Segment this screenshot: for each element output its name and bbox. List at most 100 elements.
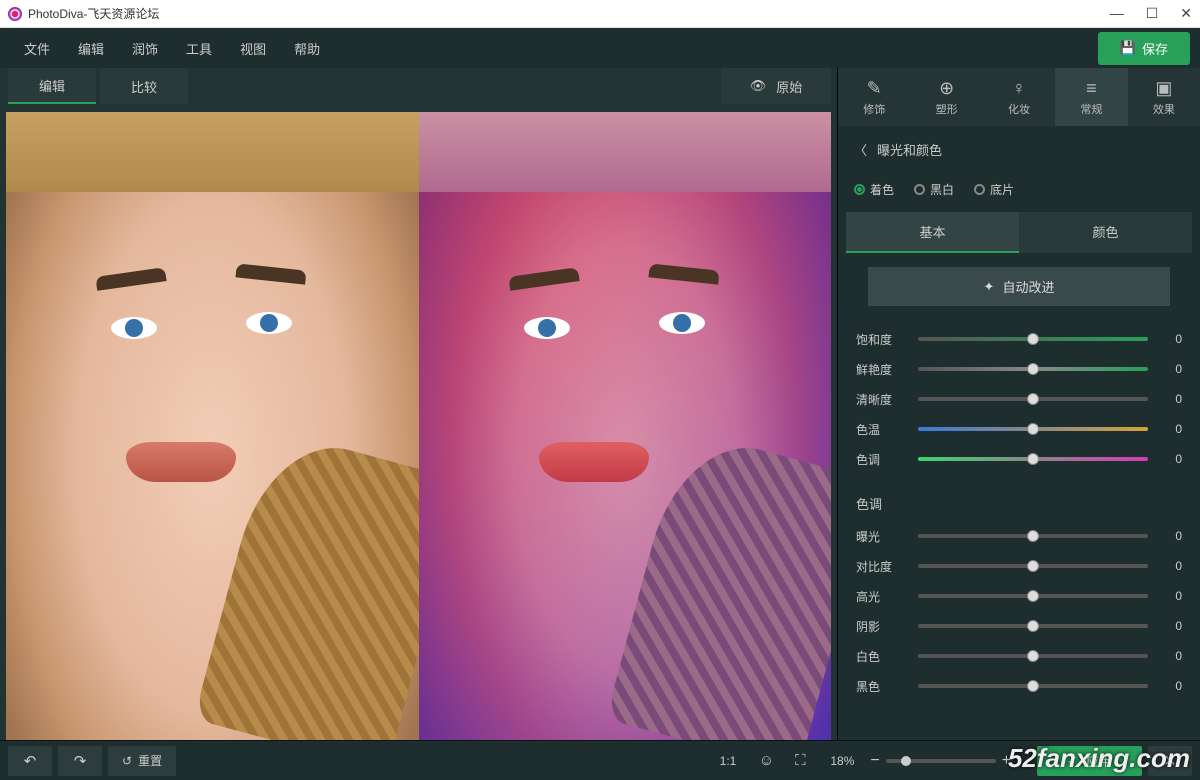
zoom-slider-thumb[interactable] [901, 756, 911, 766]
menu-retouch[interactable]: 润饰 [118, 39, 172, 58]
wand-icon: ✦ [984, 279, 995, 295]
mode-edit-button[interactable]: 编辑 [8, 68, 96, 104]
slider-thumb[interactable] [1027, 530, 1039, 542]
slider-thumb[interactable] [1027, 423, 1039, 435]
save-icon: 💾 [1120, 40, 1136, 56]
undo-button[interactable]: ↶ [8, 746, 52, 776]
slider-value: 0 [1158, 529, 1182, 543]
show-original-button[interactable]: 👁 原始 [721, 68, 831, 104]
slider-thumb[interactable] [1027, 363, 1039, 375]
auto-improve-button[interactable]: ✦ 自动改进 [868, 267, 1170, 306]
slider-value: 0 [1158, 649, 1182, 663]
slider-track[interactable] [918, 654, 1148, 658]
redo-button[interactable]: ↷ [58, 746, 102, 776]
effects-icon: ▣ [1155, 78, 1172, 99]
slider-track[interactable] [918, 594, 1148, 598]
tab-makeup[interactable]: ♀化妆 [983, 68, 1055, 126]
radio-negative[interactable]: 底片 [974, 181, 1014, 198]
slider-label: 黑色 [856, 678, 908, 695]
slider-thumb[interactable] [1027, 680, 1039, 692]
radio-dot-icon [854, 184, 865, 195]
slider-track[interactable] [918, 427, 1148, 431]
close-button[interactable]: ✕ [1180, 5, 1192, 22]
minimize-button[interactable]: — [1110, 5, 1124, 22]
eye-icon: 👁 [750, 78, 767, 94]
image-canvas[interactable] [6, 112, 831, 740]
breadcrumb-back[interactable]: 〈 曝光和颜色 [838, 126, 1200, 173]
slider-thumb[interactable] [1027, 620, 1039, 632]
fullscreen-button[interactable]: ⛶ [786, 746, 814, 776]
tab-effects[interactable]: ▣效果 [1128, 68, 1200, 126]
menu-file[interactable]: 文件 [10, 39, 64, 58]
slider-label: 色调 [856, 451, 908, 468]
radio-dot-icon [974, 184, 985, 195]
radio-bw[interactable]: 黑白 [914, 181, 954, 198]
slider-thumb[interactable] [1027, 453, 1039, 465]
slider-row: 高光0 [856, 581, 1182, 611]
slider-row: 白色 0 [856, 641, 1182, 671]
slider-thumb[interactable] [1027, 590, 1039, 602]
mode-compare-button[interactable]: 比较 [100, 68, 188, 104]
slider-row: 鲜艳度 0 [856, 354, 1182, 384]
tab-general[interactable]: ≡常规 [1055, 68, 1127, 126]
sculpt-icon: ⊕ [939, 78, 954, 99]
slider-track[interactable] [918, 624, 1148, 628]
slider-label: 对比度 [856, 558, 908, 575]
slider-value: 0 [1158, 619, 1182, 633]
subtab-color[interactable]: 颜色 [1019, 212, 1192, 253]
tab-retouch[interactable]: ✎修饰 [838, 68, 910, 126]
close-icon: ✕ [1163, 751, 1176, 771]
slider-thumb[interactable] [1027, 333, 1039, 345]
slider-value: 0 [1158, 679, 1182, 693]
slider-row: 曝光 0 [856, 521, 1182, 551]
apply-button[interactable]: ✓应用 [1037, 746, 1142, 776]
slider-row: 清晰度0 [856, 384, 1182, 414]
reset-icon: ↺ [122, 754, 132, 768]
slider-thumb[interactable] [1027, 393, 1039, 405]
window-title: PhotoDiva-飞天资源论坛 [28, 5, 159, 22]
maximize-button[interactable]: ☐ [1146, 5, 1159, 22]
face-detect-button[interactable]: ☺ [752, 746, 780, 776]
zoom-out-button[interactable]: − [870, 752, 879, 770]
redo-icon: ↷ [74, 752, 87, 770]
cancel-button[interactable]: ✕ [1148, 746, 1192, 776]
original-label: 原始 [776, 77, 802, 96]
slider-track[interactable] [918, 564, 1148, 568]
slider-label: 曝光 [856, 528, 908, 545]
slider-value: 0 [1158, 422, 1182, 436]
slider-track[interactable] [918, 337, 1148, 341]
radio-dot-icon [914, 184, 925, 195]
makeup-icon: ♀ [1012, 78, 1026, 99]
slider-row: 阴影0 [856, 611, 1182, 641]
slider-track[interactable] [918, 397, 1148, 401]
subtab-basic[interactable]: 基本 [846, 212, 1019, 253]
slider-label: 白色 [856, 648, 908, 665]
panel-tabs: ✎修饰 ⊕塑形 ♀化妆 ≡常规 ▣效果 [838, 68, 1200, 126]
zoom-slider[interactable] [886, 759, 996, 763]
slider-track[interactable] [918, 367, 1148, 371]
slider-thumb[interactable] [1027, 560, 1039, 572]
menu-tools[interactable]: 工具 [172, 39, 226, 58]
zoom-percent: 18% [830, 754, 854, 768]
menu-edit[interactable]: 编辑 [64, 39, 118, 58]
reset-button[interactable]: ↺重置 [108, 746, 176, 776]
radio-color[interactable]: 着色 [854, 181, 894, 198]
slider-track[interactable] [918, 684, 1148, 688]
mode-bar: 编辑 比较 👁 原始 [0, 68, 837, 112]
slider-value: 0 [1158, 559, 1182, 573]
zoom-in-button[interactable]: + [1002, 752, 1011, 770]
after-image [419, 112, 832, 740]
slider-row: 黑色 0 [856, 671, 1182, 701]
slider-label: 鲜艳度 [856, 361, 908, 378]
slider-track[interactable] [918, 534, 1148, 538]
slider-track[interactable] [918, 457, 1148, 461]
slider-value: 0 [1158, 362, 1182, 376]
save-button[interactable]: 💾 保存 [1098, 32, 1190, 65]
zoom-1to1-button[interactable]: 1:1 [720, 754, 737, 768]
tab-sculpt[interactable]: ⊕塑形 [910, 68, 982, 126]
slider-value: 0 [1158, 589, 1182, 603]
menu-help[interactable]: 帮助 [280, 39, 334, 58]
face-icon: ☺ [759, 752, 774, 769]
menu-view[interactable]: 视图 [226, 39, 280, 58]
slider-thumb[interactable] [1027, 650, 1039, 662]
